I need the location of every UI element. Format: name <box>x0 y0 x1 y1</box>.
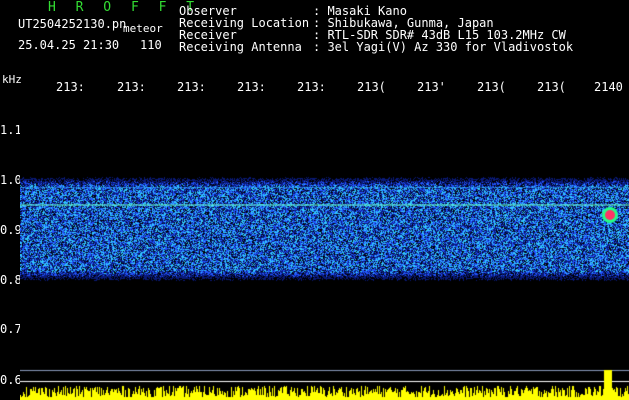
echo-count: 110 <box>140 38 162 52</box>
meta-value: : 3el Yagi(V) Az 330 for Vladivostok <box>313 40 574 54</box>
x-tick: 213: <box>237 80 266 94</box>
filename: UT2504252130.pn <box>18 17 127 31</box>
y-tick: 0.7 <box>0 322 22 336</box>
y-tick: 1.1 <box>0 123 22 137</box>
y-tick: 0.9 <box>0 223 22 237</box>
x-tick: 213: <box>56 80 85 94</box>
x-tick: 213: <box>297 80 326 94</box>
x-tick: 213: <box>177 80 206 94</box>
y-tick: 0.8 <box>0 273 22 287</box>
timestamp: 25.04.25 21:30 <box>18 38 120 52</box>
x-tick: 213' <box>417 80 446 94</box>
app-title: H R O F F T <box>48 0 201 15</box>
spectrogram <box>20 97 629 400</box>
x-tick: 213( <box>357 80 386 94</box>
x-tick: 213( <box>477 80 506 94</box>
y-tick: 1.0 <box>0 173 22 187</box>
x-tick: 213( <box>537 80 566 94</box>
meta-antenna: Receiving Antenna : 3el Yagi(V) Az 330 fo… <box>179 41 573 53</box>
axis-unit: kHz <box>2 73 22 86</box>
x-tick: 213: <box>117 80 146 94</box>
detection-tag: meteor <box>123 22 163 35</box>
y-tick: 0.6 <box>0 373 22 387</box>
x-tick: 2140 <box>594 80 623 94</box>
meta-label: Receiving Antenna <box>179 40 302 54</box>
